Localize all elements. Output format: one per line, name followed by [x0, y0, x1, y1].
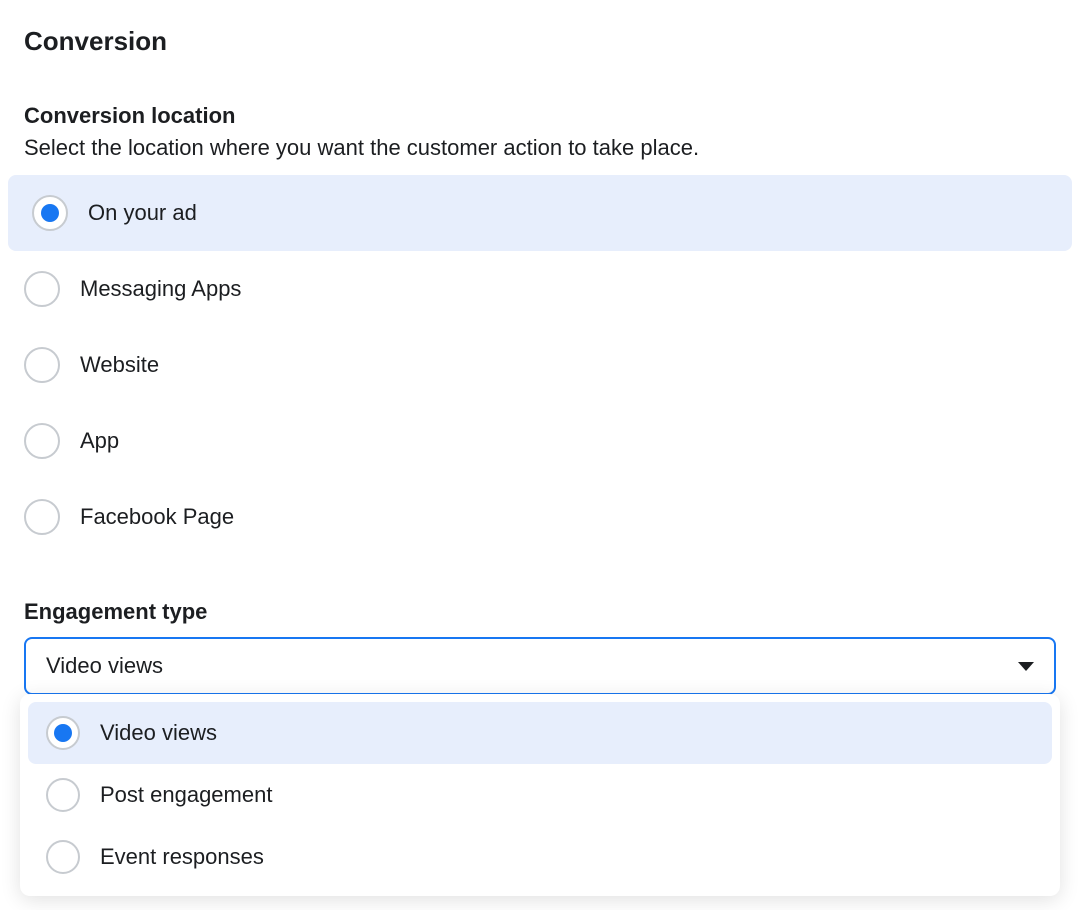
dropdown-item-event-responses[interactable]: Event responses [28, 826, 1052, 888]
radio-label: On your ad [88, 200, 197, 226]
radio-option-messaging-apps[interactable]: Messaging Apps [0, 251, 1080, 327]
dropdown-item-post-engagement[interactable]: Post engagement [28, 764, 1052, 826]
radio-icon [46, 840, 80, 874]
radio-icon [24, 423, 60, 459]
conversion-location-title: Conversion location [0, 73, 1080, 133]
engagement-type-title: Engagement type [0, 555, 1080, 637]
radio-option-on-your-ad[interactable]: On your ad [8, 175, 1072, 251]
radio-icon [32, 195, 68, 231]
radio-label: Messaging Apps [80, 276, 241, 302]
radio-label: Website [80, 352, 159, 378]
section-title: Conversion [0, 20, 1080, 73]
radio-label: App [80, 428, 119, 454]
dropdown-selected-value: Video views [46, 653, 163, 679]
conversion-location-radio-group: On your ad Messaging Apps Website App Fa… [0, 175, 1080, 555]
chevron-down-icon [1018, 662, 1034, 671]
dropdown-item-video-views[interactable]: Video views [28, 702, 1052, 764]
dropdown-item-label: Post engagement [100, 782, 272, 808]
engagement-type-dropdown-menu: Video views Post engagement Event respon… [20, 694, 1060, 896]
dropdown-item-label: Event responses [100, 844, 264, 870]
radio-option-facebook-page[interactable]: Facebook Page [0, 479, 1080, 555]
radio-icon [24, 271, 60, 307]
radio-icon [24, 499, 60, 535]
radio-option-website[interactable]: Website [0, 327, 1080, 403]
radio-icon [46, 778, 80, 812]
radio-icon [46, 716, 80, 750]
radio-icon [24, 347, 60, 383]
radio-label: Facebook Page [80, 504, 234, 530]
engagement-type-dropdown[interactable]: Video views [24, 637, 1056, 695]
dropdown-item-label: Video views [100, 720, 217, 746]
conversion-location-desc: Select the location where you want the c… [0, 133, 1080, 175]
radio-option-app[interactable]: App [0, 403, 1080, 479]
